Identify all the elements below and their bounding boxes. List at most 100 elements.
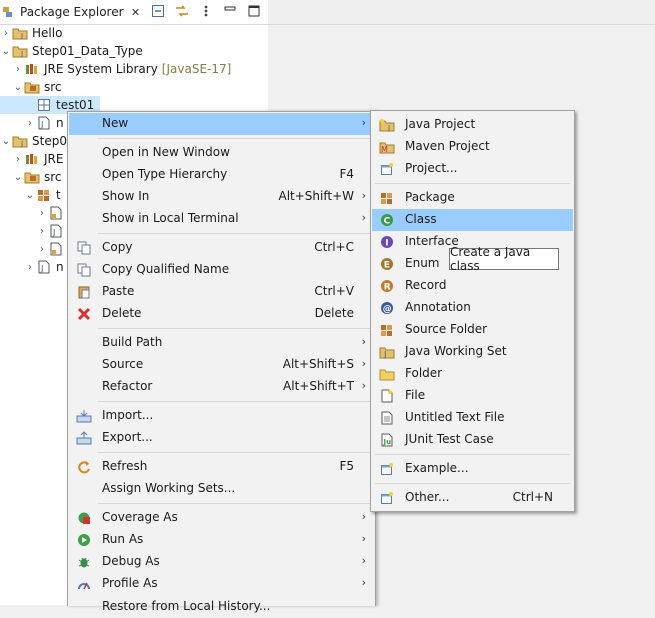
enum-icon: E	[376, 253, 398, 275]
other-wizard-icon	[376, 487, 398, 509]
java-working-set-icon: J	[376, 341, 398, 363]
java-project-icon: J	[376, 114, 398, 136]
coverage-icon	[73, 507, 95, 529]
tree-item-project[interactable]: › J Hello	[0, 24, 268, 42]
menu-item-build-path[interactable]: Build Path ›	[69, 332, 374, 354]
menu-separator	[98, 233, 371, 234]
java-project-icon: J	[12, 25, 28, 41]
menu-separator	[375, 454, 570, 455]
menu-item-open-in-new-window[interactable]: Open in New Window	[69, 142, 374, 164]
submenu-item-example[interactable]: Example...	[372, 458, 573, 480]
menu-separator	[375, 183, 570, 184]
annotation-icon: @	[376, 297, 398, 319]
submenu-arrow-icon: ›	[361, 116, 366, 129]
submenu-item-java-working-set[interactable]: J Java Working Set	[372, 341, 573, 363]
menu-separator	[98, 401, 371, 402]
submenu-item-junit-test-case[interactable]: Ju JUnit Test Case	[372, 429, 573, 451]
submenu-item-source-folder[interactable]: Source Folder	[372, 319, 573, 341]
menu-item-open-type-hierarchy[interactable]: Open Type Hierarchy F4	[69, 164, 374, 186]
collapsed-twisty-icon[interactable]: ›	[36, 243, 48, 255]
link-with-editor-icon[interactable]	[174, 3, 190, 19]
menu-item-source[interactable]: Source Alt+Shift+S ›	[69, 354, 374, 376]
svg-text:J: J	[20, 140, 23, 148]
menu-separator	[98, 328, 371, 329]
submenu-item-folder[interactable]: Folder	[372, 363, 573, 385]
submenu-arrow-icon: ›	[361, 211, 366, 224]
submenu-item-java-project[interactable]: J Java Project	[372, 114, 573, 136]
menu-item-import[interactable]: Import...	[69, 405, 374, 427]
maven-project-icon: M	[376, 136, 398, 158]
menu-item-restore-from-local-history[interactable]: Restore from Local History...	[69, 596, 374, 618]
close-tab-icon[interactable]: ✕	[128, 4, 144, 20]
expanded-twisty-icon[interactable]: ⌄	[24, 189, 36, 201]
menu-item-run-as[interactable]: Run As ›	[69, 529, 374, 551]
submenu-item-untitled-text-file[interactable]: Untitled Text File	[372, 407, 573, 429]
submenu-item-record[interactable]: R Record	[372, 275, 573, 297]
collapsed-twisty-icon[interactable]: ›	[24, 117, 36, 129]
menu-item-export[interactable]: Export...	[69, 427, 374, 449]
svg-text:J: J	[387, 124, 390, 132]
menu-item-refresh[interactable]: Refresh F5	[69, 456, 374, 478]
menu-item-show-in[interactable]: Show In Alt+Shift+W ›	[69, 186, 374, 208]
tree-item-source-folder[interactable]: ⌄ src	[0, 78, 268, 96]
submenu-item-class[interactable]: C Class	[372, 209, 573, 231]
expanded-twisty-icon[interactable]: ⌄	[0, 135, 12, 147]
minimize-icon[interactable]	[222, 3, 238, 19]
java-file-icon: J	[48, 223, 64, 239]
submenu-arrow-icon: ›	[361, 379, 366, 392]
submenu-item-annotation[interactable]: @ Annotation	[372, 297, 573, 319]
view-menu-icon[interactable]	[198, 3, 214, 19]
collapsed-twisty-icon[interactable]: ›	[24, 261, 36, 273]
collapsed-twisty-icon[interactable]: ›	[36, 225, 48, 237]
menu-item-paste[interactable]: Paste Ctrl+V	[69, 281, 374, 303]
collapsed-twisty-icon[interactable]: ›	[12, 63, 24, 75]
library-icon	[24, 61, 40, 77]
menu-item-delete[interactable]: Delete Delete	[69, 303, 374, 325]
submenu-item-package[interactable]: Package	[372, 187, 573, 209]
menu-item-refactor[interactable]: Refactor Alt+Shift+T ›	[69, 376, 374, 398]
submenu-item-project[interactable]: Project...	[372, 158, 573, 180]
submenu-arrow-icon: ›	[361, 532, 366, 545]
svg-text:J: J	[20, 50, 23, 58]
package-icon	[36, 97, 52, 113]
expanded-twisty-icon[interactable]: ⌄	[12, 81, 24, 93]
tree-item-library[interactable]: › JRE System Library [JavaSE-17]	[0, 60, 268, 78]
refresh-icon	[73, 456, 95, 478]
paste-icon	[73, 281, 95, 303]
collapsed-twisty-icon[interactable]: ›	[12, 153, 24, 165]
submenu-item-maven-project[interactable]: M Maven Project	[372, 136, 573, 158]
maximize-icon[interactable]	[246, 3, 262, 19]
collapse-all-icon[interactable]	[150, 3, 166, 19]
menu-item-copy[interactable]: Copy Ctrl+C	[69, 237, 374, 259]
menu-separator	[375, 483, 570, 484]
menu-item-coverage-as[interactable]: Coverage As ›	[69, 507, 374, 529]
tooltip: Create a Java class	[449, 245, 559, 273]
record-icon: R	[376, 275, 398, 297]
java-file-icon: J	[36, 259, 52, 275]
menu-item-show-in-local-terminal[interactable]: Show in Local Terminal ›	[69, 208, 374, 230]
package-explorer-tab[interactable]: Package Explorer ✕	[0, 0, 148, 24]
menu-item-profile-as[interactable]: Profile As ›	[69, 573, 374, 595]
menu-item-assign-working-sets[interactable]: Assign Working Sets...	[69, 478, 374, 500]
submenu-arrow-icon: ›	[361, 189, 366, 202]
expanded-twisty-icon[interactable]: ⌄	[0, 45, 12, 57]
file-icon	[376, 385, 398, 407]
svg-text:J: J	[40, 264, 43, 273]
submenu-item-file[interactable]: File	[372, 385, 573, 407]
tree-item-label: JRE System Library	[44, 62, 158, 76]
menu-item-debug-as[interactable]: Debug As ›	[69, 551, 374, 573]
view-toolbar	[150, 3, 262, 19]
collapsed-twisty-icon[interactable]: ›	[0, 27, 12, 39]
svg-text:R: R	[384, 283, 391, 293]
tree-item-project[interactable]: ⌄ J Step01_Data_Type	[0, 42, 268, 60]
menu-item-copy-qualified-name[interactable]: Copy Qualified Name	[69, 259, 374, 281]
package-icon	[376, 187, 398, 209]
junit-test-case-icon: Ju	[376, 429, 398, 451]
java-project-icon: J	[12, 43, 28, 59]
tree-item-label: src	[44, 170, 62, 184]
menu-item-new[interactable]: New ›	[69, 113, 374, 135]
submenu-item-other[interactable]: Other... Ctrl+N	[372, 487, 573, 509]
expanded-twisty-icon[interactable]: ⌄	[12, 171, 24, 183]
collapsed-twisty-icon[interactable]: ›	[36, 207, 48, 219]
source-folder-icon	[24, 79, 40, 95]
